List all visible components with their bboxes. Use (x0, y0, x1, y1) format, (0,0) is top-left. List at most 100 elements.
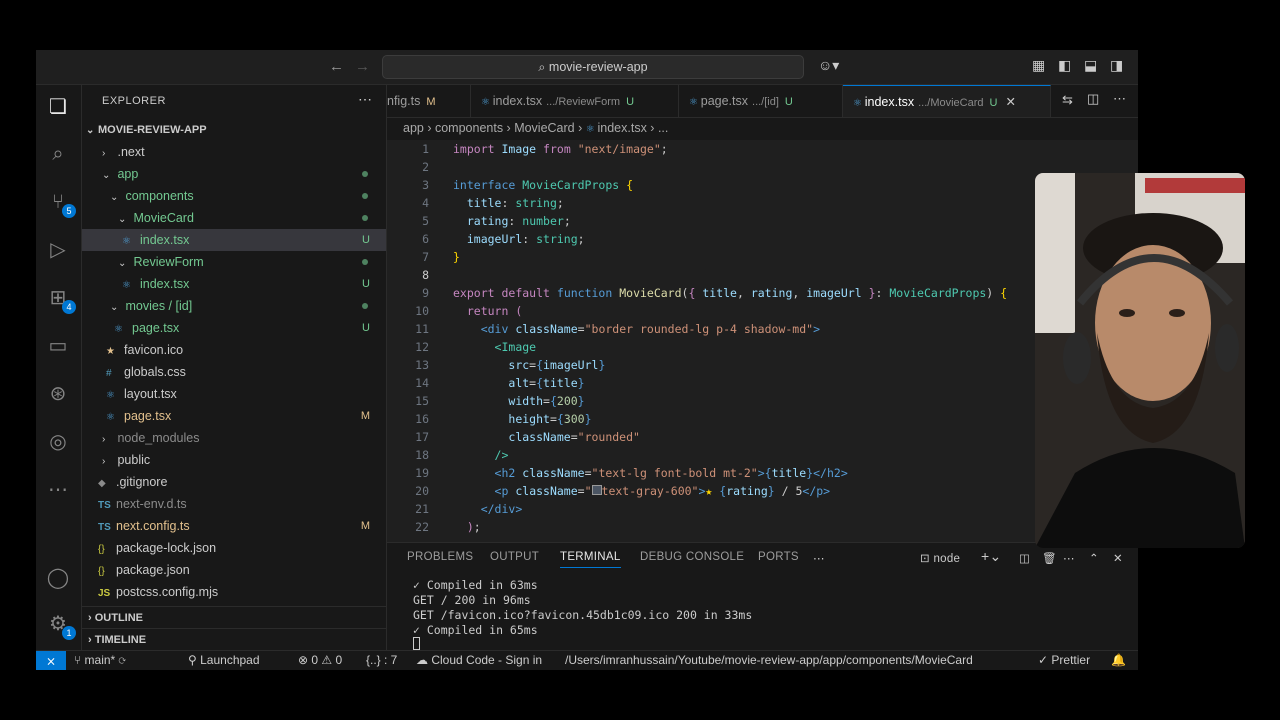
arrow-right-icon[interactable]: → (355, 58, 370, 75)
tree-item[interactable]: {} package.json (82, 559, 386, 581)
outline-section[interactable]: › OUTLINE (82, 606, 386, 629)
braces-status[interactable]: {..} : 7 (366, 653, 397, 667)
code-line: interface MovieCardProps { (453, 178, 634, 192)
code-line: <Image (494, 340, 537, 354)
new-terminal-icon[interactable]: +⌄ (981, 548, 1002, 565)
tab-terminal[interactable]: TERMINAL (560, 551, 621, 568)
git-compare-icon[interactable]: ⇆ (1062, 92, 1073, 108)
layout-icon[interactable]: ▦ (1032, 57, 1045, 74)
search-text: movie-review-app (548, 60, 648, 74)
tree-item[interactable]: ⚛ page.tsx M (82, 405, 386, 427)
tree-item[interactable]: ⌄ movies / [id] (82, 295, 386, 317)
gitlens-icon[interactable]: ◎ (46, 430, 70, 454)
timeline-section[interactable]: › TIMELINE (82, 628, 386, 651)
tab-status: M (426, 96, 436, 108)
explorer-icon[interactable]: ❏ (46, 95, 70, 119)
vscode-window: ← → ⌕ movie-review-app ☺▾ ▦ ◧ ⬓ ◨ ❏ ⌕ ⑂ 5… (36, 50, 1138, 670)
terminal-name[interactable]: node (933, 553, 960, 565)
tree-item[interactable]: ⚛ index.tsx U (82, 273, 386, 295)
source-control-icon[interactable]: ⑂ 5 (46, 190, 76, 218)
tree-item[interactable]: {} package-lock.json (82, 537, 386, 559)
explorer-root[interactable]: ⌄ MOVIE-REVIEW-APP (82, 119, 386, 141)
tree-item[interactable]: ⚛ layout.tsx (82, 383, 386, 405)
more-icon[interactable]: ⋯ (1063, 551, 1075, 565)
tree-item[interactable]: ⚛ page.tsx U (82, 317, 386, 339)
code-line: ); (466, 520, 481, 534)
breadcrumb-item[interactable]: ... (658, 121, 668, 135)
breadcrumb-item[interactable]: app (403, 121, 424, 135)
tree-item[interactable]: ★ favicon.ico (82, 339, 386, 361)
launchpad-status[interactable]: ⚲ Launchpad (188, 653, 260, 667)
toggle-secondary-sidebar-icon[interactable]: ◨ (1110, 57, 1123, 74)
json-icon: {} (98, 566, 105, 577)
tab-ports[interactable]: PORTS (758, 551, 799, 563)
trash-icon[interactable]: 🗑 (1042, 551, 1057, 565)
code-editor[interactable]: 1 2 3 4 5 6 7 8 9 10 11 12 13 14 15 16 1… (387, 140, 1127, 542)
git-graph-icon[interactable]: ⊛ (46, 382, 70, 406)
tab-id-page[interactable]: ⚛ page.tsx .../[id] U (679, 85, 843, 117)
tree-item[interactable]: # globals.css (82, 361, 386, 383)
search-icon[interactable]: ⌕ (46, 142, 70, 166)
tab-moviecard-index[interactable]: ⚛ index.tsx .../MovieCard U ✕ (843, 85, 1051, 117)
react-icon: ⚛ (114, 324, 123, 335)
javascript-icon: JS (98, 588, 111, 599)
error-icon: ⊗ (298, 653, 312, 667)
tab-next-config[interactable]: nfig.ts M (387, 85, 471, 117)
terminal-cursor[interactable] (413, 637, 420, 650)
breadcrumb-item[interactable]: MovieCard (514, 121, 574, 135)
tree-item[interactable]: › public (82, 449, 386, 471)
tree-item[interactable]: › .next (82, 141, 386, 163)
split-editor-icon[interactable]: ◫ (1087, 91, 1099, 107)
close-panel-icon[interactable]: ✕ (1113, 551, 1123, 565)
code-line: rating: number; (466, 214, 571, 228)
tree-item[interactable]: ◆ .gitignore (82, 471, 386, 493)
extensions-icon[interactable]: ⊞ 4 (46, 286, 76, 314)
toggle-sidebar-icon[interactable]: ◧ (1058, 57, 1071, 74)
chevron-right-icon: › (102, 434, 106, 445)
remote-icon[interactable]: ⨯ (36, 651, 66, 670)
tree-item[interactable]: ⌄ MovieCard (82, 207, 386, 229)
run-debug-icon[interactable]: ▷ (46, 238, 70, 262)
breadcrumb-item[interactable]: components (435, 121, 503, 135)
chevron-down-icon: ⌄ (118, 258, 127, 269)
tree-item[interactable]: JS postcss.config.mjs (82, 581, 386, 603)
bell-icon[interactable]: 🔔 (1111, 653, 1126, 667)
tree-item[interactable]: ⌄ components (82, 185, 386, 207)
prettier-status[interactable]: ✓ Prettier (1038, 653, 1090, 667)
command-center-search[interactable]: ⌕ movie-review-app (382, 55, 804, 79)
tree-item-selected[interactable]: ⚛ index.tsx U (82, 229, 386, 251)
git-status: M (360, 410, 370, 422)
tab-output[interactable]: OUTPUT (490, 551, 539, 563)
tab-debug-console[interactable]: DEBUG CONSOLE (640, 551, 744, 563)
toggle-panel-icon[interactable]: ⬓ (1084, 57, 1097, 74)
tree-item[interactable]: › node_modules (82, 427, 386, 449)
copilot-icon[interactable]: ☺▾ (818, 57, 839, 74)
cloud-code-status[interactable]: ☁ Cloud Code - Sign in (416, 653, 542, 667)
tab-reviewform-index[interactable]: ⚛ index.tsx .../ReviewForm U (471, 85, 679, 117)
extensions-badge: 4 (62, 300, 76, 314)
more-actions-icon[interactable]: ⋯ (358, 91, 372, 108)
problems-status[interactable]: ⊗ 0 ⚠ 0 (298, 653, 342, 667)
source-control-badge: 5 (62, 204, 76, 218)
tree-item[interactable]: TS next-env.d.ts (82, 493, 386, 515)
close-icon[interactable]: ✕ (1005, 95, 1015, 109)
branch-status[interactable]: ⑂ main* ⟳ (74, 653, 126, 667)
tab-problems[interactable]: PROBLEMS (407, 551, 473, 563)
breadcrumb-item[interactable]: index.tsx (597, 121, 646, 135)
line-number: 18 (415, 448, 429, 462)
split-terminal-icon[interactable]: ◫ (1019, 551, 1030, 565)
more-icon[interactable]: ⋯ (46, 478, 70, 502)
arrow-left-icon[interactable]: ← (329, 58, 344, 75)
chevron-right-icon: › (102, 148, 106, 159)
account-icon[interactable]: ◯ (46, 566, 70, 590)
remote-explorer-icon[interactable]: ▭ (46, 334, 70, 358)
tree-item[interactable]: ⌄ ReviewForm (82, 251, 386, 273)
tree-item[interactable]: ⌄ app (82, 163, 386, 185)
more-actions-icon[interactable]: ⋯ (1113, 91, 1126, 107)
gear-icon[interactable]: ⚙ 1 (46, 612, 76, 640)
more-icon[interactable]: ⋯ (813, 551, 825, 565)
git-branch-icon: ⑂ (74, 653, 85, 667)
maximize-panel-icon[interactable]: ⌃ (1089, 551, 1099, 565)
path-status[interactable]: /Users/imranhussain/Youtube/movie-review… (565, 653, 973, 667)
tree-item[interactable]: TS next.config.ts M (82, 515, 386, 537)
